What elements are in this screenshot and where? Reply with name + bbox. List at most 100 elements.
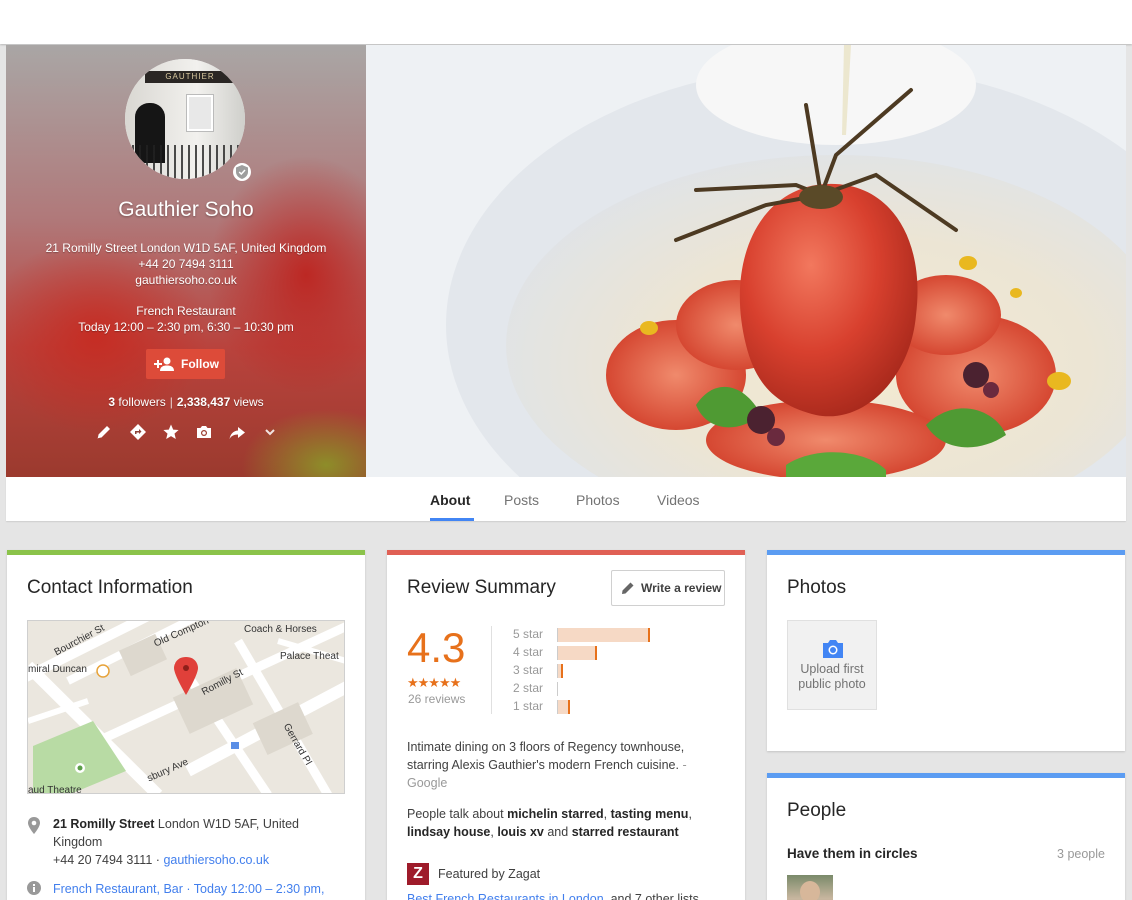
share-icon[interactable] xyxy=(227,423,247,443)
talk-keyword[interactable]: lindsay house xyxy=(407,825,490,839)
info-icon xyxy=(27,881,41,895)
camera-icon xyxy=(823,640,843,658)
rating-bar-label: 4 star xyxy=(513,645,544,659)
people-card-title: People xyxy=(787,800,847,821)
zagat-lists: Best French Restaurants in London, and 7… xyxy=(407,890,727,900)
tab-posts[interactable]: Posts xyxy=(504,492,539,508)
map-label-theatre: aud Theatre xyxy=(28,785,82,794)
rating-bar[interactable] xyxy=(558,628,650,642)
zagat-list-link[interactable]: Best French Restaurants in London xyxy=(407,892,604,900)
rating-bar[interactable] xyxy=(558,700,570,714)
tab-about[interactable]: About xyxy=(430,492,470,508)
people-card: People Have them in circles 3 people xyxy=(767,773,1125,900)
contact-card: Contact Information Bourchier St Old Com… xyxy=(7,550,365,900)
review-count[interactable]: 26 reviews xyxy=(408,692,465,706)
tab-bar: About Posts Photos Videos xyxy=(6,477,1126,521)
tab-photos[interactable]: Photos xyxy=(576,492,620,508)
average-rating: 4.3 xyxy=(407,624,466,671)
top-bar xyxy=(0,0,1132,44)
upload-photo-label: Upload first public photo xyxy=(798,662,866,691)
add-person-icon xyxy=(154,357,174,371)
upload-photo-button[interactable]: Upload first public photo xyxy=(787,620,877,710)
contact-address: 21 Romilly Street London W1D 5AF, United… xyxy=(53,815,343,851)
review-card: Review Summary Write a review 4.3 ★★★★★ … xyxy=(387,550,745,900)
person-avatar[interactable] xyxy=(787,875,833,900)
rating-stars: ★★★★★ xyxy=(407,675,461,690)
chevron-down-icon[interactable] xyxy=(260,423,280,443)
profile-name: Gauthier Soho xyxy=(118,198,254,221)
rating-bar-label: 3 star xyxy=(513,663,544,677)
follow-label: Follow xyxy=(181,357,219,371)
follow-button[interactable]: Follow xyxy=(146,349,225,379)
map-label-admiral-duncan: miral Duncan xyxy=(28,664,87,675)
stats-separator: | xyxy=(169,395,173,409)
review-card-title: Review Summary xyxy=(407,577,556,598)
review-card-stripe xyxy=(387,550,745,555)
verified-badge-icon xyxy=(233,163,251,181)
contact-card-stripe xyxy=(7,550,365,555)
avatar[interactable]: GAUTHIER xyxy=(125,59,245,179)
followers-label[interactable]: followers xyxy=(118,395,165,409)
circles-count[interactable]: 3 people xyxy=(1057,847,1105,861)
talk-keyword[interactable]: louis xv xyxy=(497,825,544,839)
profile-phone[interactable]: +44 20 7494 3111 xyxy=(6,256,366,272)
talk-prefix: People talk about xyxy=(407,807,504,821)
talk-separator: , xyxy=(688,807,692,821)
zagat-logo: Z xyxy=(407,863,429,885)
rating-bar-label: 1 star xyxy=(513,699,544,713)
contact-category-row: French Restaurant, Bar · Today 12:00 – 2… xyxy=(53,880,343,898)
location-pin-icon xyxy=(28,817,40,834)
rating-bar-label: 5 star xyxy=(513,627,544,641)
write-review-label: Write a review xyxy=(641,581,722,595)
map-label-coach-horses: Coach & Horses xyxy=(244,624,317,635)
cover-photo[interactable] xyxy=(366,45,1126,477)
talk-keyword[interactable]: starred restaurant xyxy=(572,825,679,839)
tab-videos[interactable]: Videos xyxy=(657,492,700,508)
circles-label: Have them in circles xyxy=(787,846,918,861)
talk-separator: , xyxy=(490,825,494,839)
map-label-palace-theatre: Palace Theat xyxy=(280,651,339,662)
profile-stats: 3 followers | 2,338,437 views xyxy=(6,395,366,409)
write-review-button[interactable]: Write a review xyxy=(611,570,725,606)
talk-separator: , xyxy=(603,807,608,821)
pencil-icon xyxy=(622,582,634,594)
avatar-sign: GAUTHIER xyxy=(145,71,235,83)
pencil-icon[interactable] xyxy=(94,423,114,443)
people-talk-about: People talk about michelin starred, tast… xyxy=(407,805,717,841)
profile-hours: Today 12:00 – 2:30 pm, 6:30 – 10:30 pm xyxy=(78,320,294,334)
views-label: views xyxy=(233,395,264,409)
contact-phone-row: +44 20 7494 3111 · gauthiersoho.co.uk xyxy=(53,851,343,869)
contact-phone[interactable]: +44 20 7494 3111 xyxy=(53,853,152,867)
rating-bar[interactable] xyxy=(558,664,563,678)
description-text: Intimate dining on 3 floors of Regency t… xyxy=(407,740,685,772)
camera-icon[interactable] xyxy=(194,423,214,443)
zagat-label: Featured by Zagat xyxy=(438,867,541,881)
photos-card-title: Photos xyxy=(787,577,847,598)
contact-website-link[interactable]: gauthiersoho.co.uk xyxy=(163,853,269,867)
contact-category-link[interactable]: French Restaurant, Bar · Today 12:00 – 2… xyxy=(53,882,324,896)
contact-street: 21 Romilly Street xyxy=(53,817,155,831)
profile-website[interactable]: gauthiersoho.co.uk xyxy=(6,272,366,288)
rating-bar-label: 2 star xyxy=(513,681,544,695)
rating-bar[interactable] xyxy=(558,646,597,660)
profile-panel: GAUTHIER Gauthier Soho 21 Romilly Street… xyxy=(6,45,366,477)
profile-category: French Restaurant xyxy=(136,304,236,318)
views-count: 2,338,437 xyxy=(176,395,231,409)
rating-bar-axis xyxy=(557,682,558,696)
zagat-list-rest: , and 7 other lists xyxy=(603,892,699,900)
talk-keyword[interactable]: michelin starred xyxy=(507,807,604,821)
talk-keyword[interactable]: tasting menu xyxy=(611,807,689,821)
photos-card: Photos Upload first public photo xyxy=(767,550,1125,751)
contact-dot: · xyxy=(155,853,160,867)
photos-card-stripe xyxy=(767,550,1125,555)
contact-card-title: Contact Information xyxy=(27,577,193,598)
location-map[interactable]: Bourchier St Old Compton Coach & Horses … xyxy=(27,620,345,794)
people-card-stripe xyxy=(767,773,1125,778)
profile-address: 21 Romilly Street London W1D 5AF, United… xyxy=(45,241,327,255)
review-divider xyxy=(491,626,492,714)
directions-icon[interactable] xyxy=(128,423,148,443)
followers-count[interactable]: 3 xyxy=(108,395,115,409)
star-icon[interactable] xyxy=(161,423,181,443)
active-tab-indicator xyxy=(430,518,474,521)
review-description: Intimate dining on 3 floors of Regency t… xyxy=(407,738,717,792)
